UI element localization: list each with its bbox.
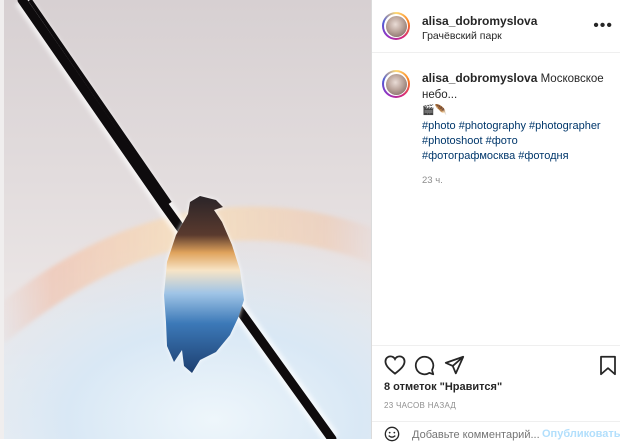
share-icon[interactable] <box>444 355 465 376</box>
post-age: 23 ЧАСОВ НАЗАД <box>384 401 457 410</box>
post-side-panel: alisa_dobromyslova Грачёвский парк ••• a… <box>371 0 620 444</box>
post-photo[interactable] <box>4 0 371 439</box>
hashtags-line-2[interactable]: #photoshoot #фото <box>422 134 612 149</box>
comment-input[interactable] <box>412 426 552 444</box>
bookmark-icon[interactable] <box>599 355 617 376</box>
comment-icon[interactable] <box>414 355 435 376</box>
hashtags-line-3[interactable]: #фотографмосква #фотодня <box>422 149 612 164</box>
caption-username[interactable]: alisa_dobromyslova <box>422 71 537 85</box>
add-comment-row: Опубликовать <box>372 421 620 444</box>
caption-timestamp: 23 ч. <box>422 175 443 186</box>
header-username[interactable]: alisa_dobromyslova <box>422 14 537 28</box>
more-options-icon[interactable]: ••• <box>593 17 613 35</box>
emoji-icon[interactable] <box>384 426 400 442</box>
avatar[interactable] <box>382 12 410 40</box>
post-header: alisa_dobromyslova Грачёвский парк ••• <box>372 0 620 53</box>
likes-count[interactable]: 8 отметок "Нравится" <box>384 381 502 393</box>
caption-emoji: 🎬🪶 <box>422 105 447 116</box>
location-link[interactable]: Грачёвский парк <box>422 30 502 42</box>
caption-avatar[interactable] <box>382 70 410 98</box>
photo-artwork <box>4 0 371 439</box>
heart-icon[interactable] <box>384 355 406 375</box>
publish-button[interactable]: Опубликовать <box>542 428 620 440</box>
hashtags-line-1[interactable]: #photo #photography #photographer <box>422 119 612 134</box>
